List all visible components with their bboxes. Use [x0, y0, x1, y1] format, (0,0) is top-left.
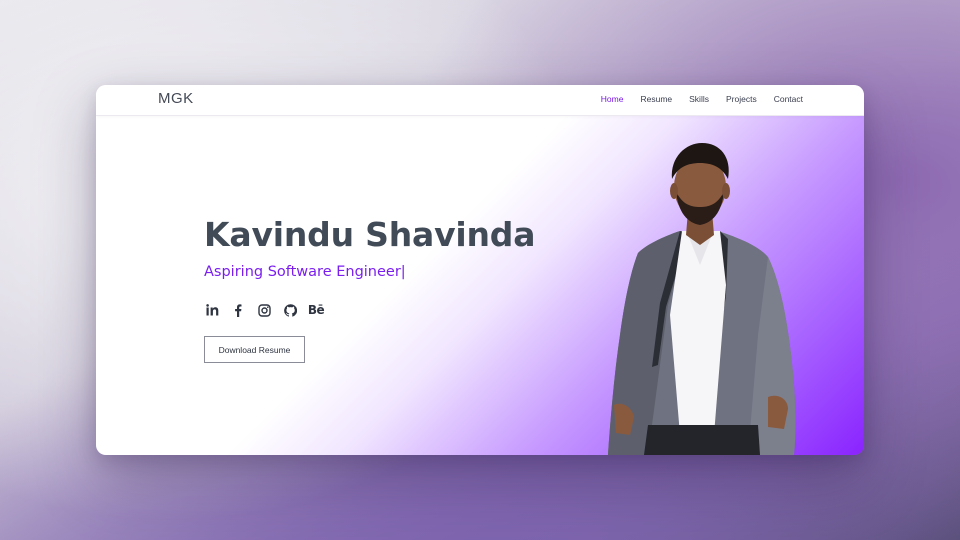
- nav-link-home[interactable]: Home: [601, 94, 624, 104]
- brand-logo[interactable]: MGK: [158, 90, 194, 107]
- hero-role: Aspiring Software Engineer|: [204, 264, 406, 280]
- instagram-icon[interactable]: [256, 302, 272, 318]
- social-links: Bē: [204, 302, 334, 318]
- behance-icon[interactable]: Bē: [308, 302, 325, 318]
- github-icon[interactable]: [282, 302, 298, 318]
- browser-window: MGK Home Resume Skills Projects Contact …: [96, 85, 864, 455]
- download-resume-button[interactable]: Download Resume: [204, 336, 305, 363]
- linkedin-icon[interactable]: [204, 302, 220, 318]
- nav-link-resume[interactable]: Resume: [640, 94, 672, 104]
- facebook-icon[interactable]: [230, 302, 246, 318]
- nav-link-contact[interactable]: Contact: [774, 94, 803, 104]
- hero-name: Kavindu Shavinda: [204, 215, 536, 254]
- navbar: MGK Home Resume Skills Projects Contact: [96, 85, 864, 116]
- portrait-photo: [608, 143, 796, 455]
- nav-links: Home Resume Skills Projects Contact: [584, 94, 803, 104]
- nav-link-skills[interactable]: Skills: [689, 94, 709, 104]
- nav-link-projects[interactable]: Projects: [726, 94, 757, 104]
